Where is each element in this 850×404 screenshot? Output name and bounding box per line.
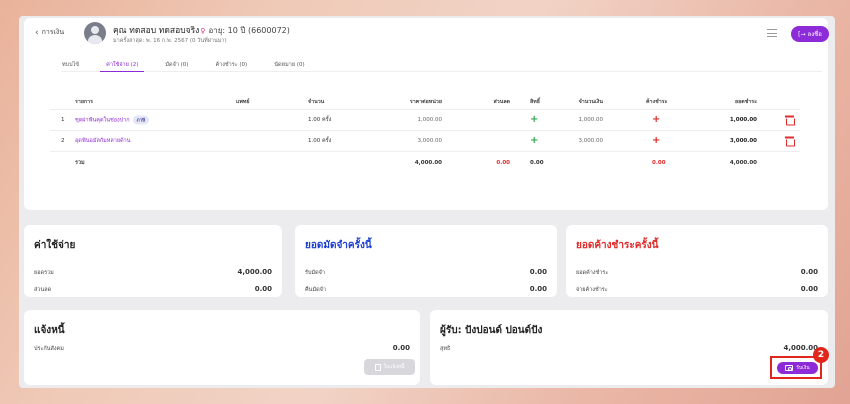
payer-title: ผู้รับ: ปังปอนด์ ปอนด์ปัง [440,325,543,336]
add-outstanding-icon[interactable]: + [652,115,660,125]
row-amount: 3,000.00 [578,138,604,144]
tab-deposit[interactable]: มัดจำ (0) [165,56,188,71]
expense-discount-value: 0.00 [254,285,272,293]
outstanding-summary-card: ยอดค้างชำระครั้งนี้ ยอดค้างชำระ 0.00 จ่า… [566,225,828,297]
add-outstanding-icon[interactable]: + [652,136,660,146]
patient-header: ‹ การเงิน คุณ ทดสอบ ทดสอบจริง♀ อายุ: 10 ป… [24,18,829,50]
table-total-row: รวม 4,000.00 0.00 0.00 0.00 4,000.00 [50,152,800,173]
total-discount: 0.00 [496,159,510,166]
row-number: 2 [61,138,65,144]
tab-patient[interactable]: ทบบไข้ [62,56,79,71]
deposit-refund-value: 0.00 [529,285,547,293]
outstanding-paid-label: จ่ายค้างชำระ [576,287,608,293]
chevron-left-icon: ‹ [35,27,39,38]
tab-bar: ทบบไข้ ค่าใช้จ่าย (2) มัดจำ (0) ค้างชำระ… [62,56,822,72]
avatar [84,22,106,44]
payer-card: ผู้รับ: ปังปอนด์ ปอนด์ปัง สุทธิ 4,000.00 [430,310,828,385]
deposit-receive-label: รับมัดจำ [305,270,325,276]
header-doctor: แพทย์ [236,98,250,105]
row-name[interactable]: ชุดผ่าฟันคุดในช่องปาก ภาษี [75,115,150,125]
table-header: รายการ แพทย์ จำนวน ราคาต่อหน่วย ส่วนลด ส… [50,94,800,110]
row-name-text: ชุดผ่าฟันคุดในช่องปาก [75,117,130,124]
expense-discount-label: ส่วนลด [34,287,52,293]
receipt-icon [374,363,381,371]
tab-appointments[interactable]: นัดหมาย (0) [274,56,304,71]
logout-icon: [→ [798,30,806,38]
add-coverage-icon[interactable]: + [530,115,538,125]
outstanding-summary-title: ยอดค้างชำระครั้งนี้ [576,240,659,251]
total-unit-price: 4,000.00 [414,159,442,166]
social-security-label: ประกันสังคม [34,346,64,352]
header-name: รายการ [75,98,93,105]
trash-icon[interactable] [785,136,795,147]
row-payable: 1,000.00 [729,117,757,123]
total-outstanding: 0.00 [652,159,666,166]
tax-badge: ภาษี [132,115,150,125]
table-row[interactable]: 1 ชุดผ่าฟันคุดในช่องปาก ภาษี 1.00 ครั้ง 1… [50,110,800,131]
expense-total-label: ยอดรวม [34,270,54,276]
back-label: การเงิน [41,28,65,36]
row-qty: 1.00 ครั้ง [308,138,332,144]
outstanding-paid-value: 0.00 [800,285,818,293]
expense-summary-card: ค่าใช้จ่าย ยอดรวม 4,000.00 ส่วนลด 0.00 [24,225,282,297]
header-coverage: สิทธิ์ [530,98,540,105]
row-amount: 1,000.00 [578,117,604,123]
add-coverage-icon[interactable]: + [530,136,538,146]
invoice-button-label: ใบแจ้งหนี้ [383,364,405,370]
tab-outstanding[interactable]: ค้างชำระ (0) [215,56,247,71]
total-coverage: 0.00 [530,159,544,166]
last-visit-text: มาครั้งล่าสุด: พ. 16 ก.พ. 2567 (0 วันที่… [113,38,227,44]
row-name[interactable]: อุดฟันอมัลกัมหลายด้าน [75,137,131,145]
menu-icon[interactable] [767,29,777,37]
table-row[interactable]: 2 อุดฟันอมัลกัมหลายด้าน 1.00 ครั้ง 3,000… [50,131,800,152]
logout-label: ลงชื่อ [807,31,822,38]
deposit-summary-title: ยอดมัดจำครั้งนี้ [305,240,372,251]
invoice-button[interactable]: ใบแจ้งหนี้ [364,359,415,375]
tab-expenses[interactable]: ค่าใช้จ่าย (2) [100,56,145,72]
social-security-value: 0.00 [392,344,410,352]
trash-icon[interactable] [785,115,795,126]
deposit-refund-label: คืนมัดจำ [305,287,326,293]
header-amount: จำนวนเงิน [578,98,603,105]
expense-total-value: 4,000.00 [237,268,272,276]
header-payable: ยอดชำระ [735,98,757,105]
step-badge: 2 [813,347,829,363]
logout-button[interactable]: [→ ลงชื่อ [791,26,829,42]
expense-summary-title: ค่าใช้จ่าย [34,240,76,251]
female-icon: ♀ [200,27,206,35]
header-qty: จำนวน [308,98,325,105]
back-button[interactable]: ‹ การเงิน [35,27,64,38]
outstanding-amount-value: 0.00 [800,268,818,276]
header-outstanding: ค้างชำระ [646,98,668,105]
invoice-title: แจ้งหนี้ [34,325,65,336]
net-total-label: สุทธิ [440,346,451,352]
row-number: 1 [61,117,65,123]
total-payable: 4,000.00 [729,159,757,166]
row-qty: 1.00 ครั้ง [308,117,332,123]
row-unit-price: 3,000.00 [417,138,443,144]
row-payable: 3,000.00 [729,138,757,144]
invoice-card: แจ้งหนี้ ประกันสังคม 0.00 ใบแจ้งหนี้ [24,310,420,385]
outstanding-amount-label: ยอดค้างชำระ [576,270,609,276]
deposit-receive-value: 0.00 [529,268,547,276]
patient-panel: ‹ การเงิน คุณ ทดสอบ ทดสอบจริง♀ อายุ: 10 ป… [24,18,829,210]
patient-name: คุณ ทดสอบ ทดสอบจริง♀ อายุ: 10 ปี (6600072… [113,23,290,37]
app-frame: ‹ การเงิน คุณ ทดสอบ ทดสอบจริง♀ อายุ: 10 ป… [19,16,835,388]
patient-age: อายุ: 10 ปี (6600072) [208,26,290,35]
patient-name-text: คุณ ทดสอบ ทดสอบจริง [113,26,200,36]
expense-table: รายการ แพทย์ จำนวน ราคาต่อหน่วย ส่วนลด ส… [50,94,800,173]
total-label: รวม [75,159,85,166]
header-unit-price: ราคาต่อหน่วย [409,98,442,105]
header-discount: ส่วนลด [493,98,510,105]
row-unit-price: 1,000.00 [417,117,443,123]
deposit-summary-card: ยอดมัดจำครั้งนี้ รับมัดจำ 0.00 คืนมัดจำ … [295,225,557,297]
